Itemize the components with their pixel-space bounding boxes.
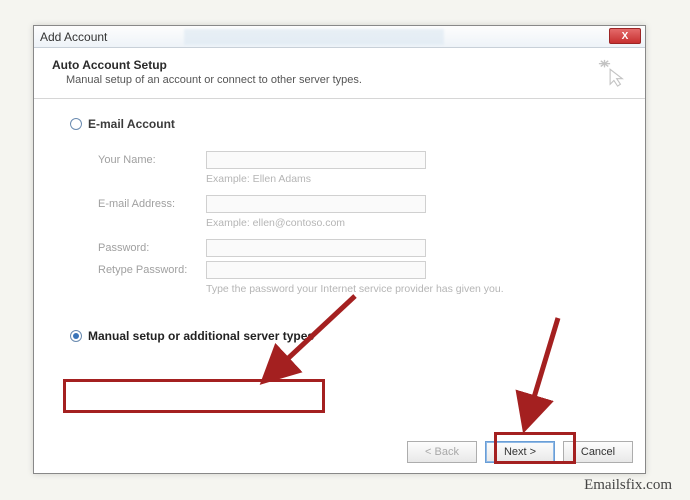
- email-hint: Example: ellen@contoso.com: [206, 217, 625, 229]
- close-button[interactable]: X: [609, 28, 641, 44]
- option-manual-setup-label: Manual setup or additional server types: [88, 329, 314, 343]
- back-button: < Back: [407, 441, 477, 463]
- cancel-button[interactable]: Cancel: [563, 441, 633, 463]
- email-account-form: Your Name: Example: Ellen Adams E-mail A…: [98, 151, 625, 295]
- password-hint: Type the password your Internet service …: [206, 283, 625, 295]
- wizard-title: Auto Account Setup: [52, 58, 627, 72]
- your-name-field: [206, 151, 426, 169]
- add-account-dialog: Add Account X Auto Account Setup Manual …: [33, 25, 646, 474]
- option-manual-setup[interactable]: Manual setup or additional server types: [70, 329, 625, 343]
- wizard-content: E-mail Account Your Name: Example: Ellen…: [34, 99, 645, 439]
- watermark-text: Emailsfix.com: [584, 477, 672, 494]
- option-email-account[interactable]: E-mail Account: [70, 117, 625, 131]
- titlebar: Add Account X: [34, 26, 645, 48]
- radio-icon: [70, 330, 82, 342]
- email-field: [206, 195, 426, 213]
- retype-password-field: [206, 261, 426, 279]
- wizard-buttons: < Back Next > Cancel: [407, 441, 633, 463]
- your-name-hint: Example: Ellen Adams: [206, 173, 625, 185]
- next-button[interactable]: Next >: [485, 441, 555, 463]
- email-label: E-mail Address:: [98, 198, 206, 210]
- background-blur: [184, 29, 444, 45]
- option-email-account-label: E-mail Account: [88, 117, 175, 131]
- window-title: Add Account: [40, 30, 107, 44]
- cursor-sparkle-icon: [597, 58, 627, 88]
- password-field: [206, 239, 426, 257]
- password-label: Password:: [98, 242, 206, 254]
- retype-password-label: Retype Password:: [98, 264, 206, 276]
- wizard-subtitle: Manual setup of an account or connect to…: [66, 74, 627, 86]
- wizard-header: Auto Account Setup Manual setup of an ac…: [34, 48, 645, 99]
- radio-icon: [70, 118, 82, 130]
- close-icon: X: [622, 31, 629, 42]
- your-name-label: Your Name:: [98, 154, 206, 166]
